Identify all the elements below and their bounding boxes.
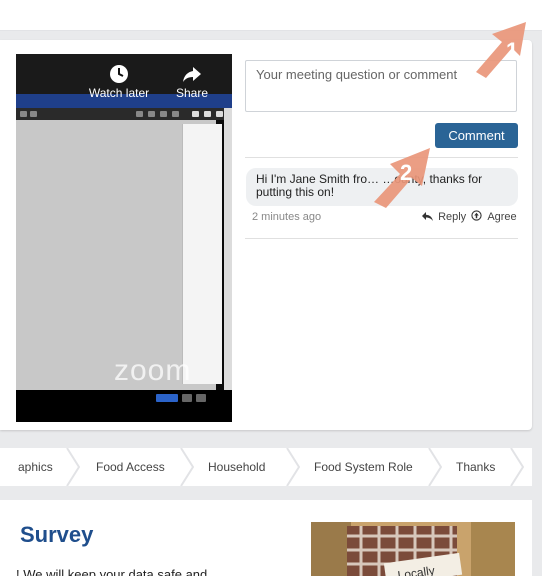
step-separator-chevron — [428, 448, 442, 486]
step-separator-chevron — [510, 448, 524, 486]
tab-food-system-role[interactable]: Food System Role — [314, 448, 413, 486]
agree-button[interactable]: Agree — [471, 210, 517, 223]
reply-label: Reply — [438, 211, 467, 223]
step-separator-chevron — [66, 448, 80, 486]
header-band — [0, 0, 542, 30]
reply-icon — [422, 212, 433, 221]
watch-later-button[interactable]: Watch later — [86, 64, 152, 100]
step-separator-chevron — [180, 448, 194, 486]
watch-later-label: Watch later — [88, 86, 150, 100]
tutorial-badge-2: 2 — [374, 148, 430, 208]
survey-title: Survey — [20, 522, 94, 547]
zoom-watermark: zoom — [114, 354, 192, 387]
tab-thanks[interactable]: Thanks — [456, 448, 495, 486]
farmer-photo: Locally — [311, 522, 515, 576]
shared-screen-sidebar — [182, 124, 222, 384]
survey-card: Survey ! We will keep your data safe and… — [0, 500, 532, 576]
clock-icon — [110, 65, 128, 83]
tab-household[interactable]: Household — [208, 448, 265, 486]
survey-steps: aphics Food Access Household Food System… — [0, 448, 532, 486]
agree-label: Agree — [487, 211, 517, 223]
shared-screen-scrollbar — [224, 108, 232, 408]
tutorial-badge-1: 1 — [476, 22, 526, 78]
tab-graphics[interactable]: aphics — [18, 448, 53, 486]
header-divider — [0, 30, 542, 31]
video-player[interactable]: zoom Watch later Share — [16, 54, 232, 422]
comment-divider-bottom — [245, 238, 518, 239]
share-button[interactable]: Share — [170, 64, 214, 100]
tab-food-access[interactable]: Food Access — [96, 448, 165, 486]
meeting-panel: zoom Watch later Share Your meeting ques… — [0, 40, 532, 430]
farmer-photo-image: Locally — [311, 522, 515, 576]
tutorial-badge-2-number: 2 — [400, 160, 412, 185]
arrow-up-circle-icon — [471, 210, 482, 221]
reply-button[interactable]: Reply — [422, 211, 469, 223]
comment-timestamp: 2 minutes ago — [252, 211, 322, 223]
tutorial-badge-1-number: 1 — [506, 38, 518, 63]
video-toolbar — [16, 108, 232, 120]
step-separator-chevron — [286, 448, 300, 486]
video-bottom-bar — [16, 390, 232, 422]
share-label: Share — [175, 86, 209, 100]
survey-intro-text: ! We will keep your data safe and — [16, 567, 208, 576]
share-arrow-icon — [183, 67, 201, 82]
